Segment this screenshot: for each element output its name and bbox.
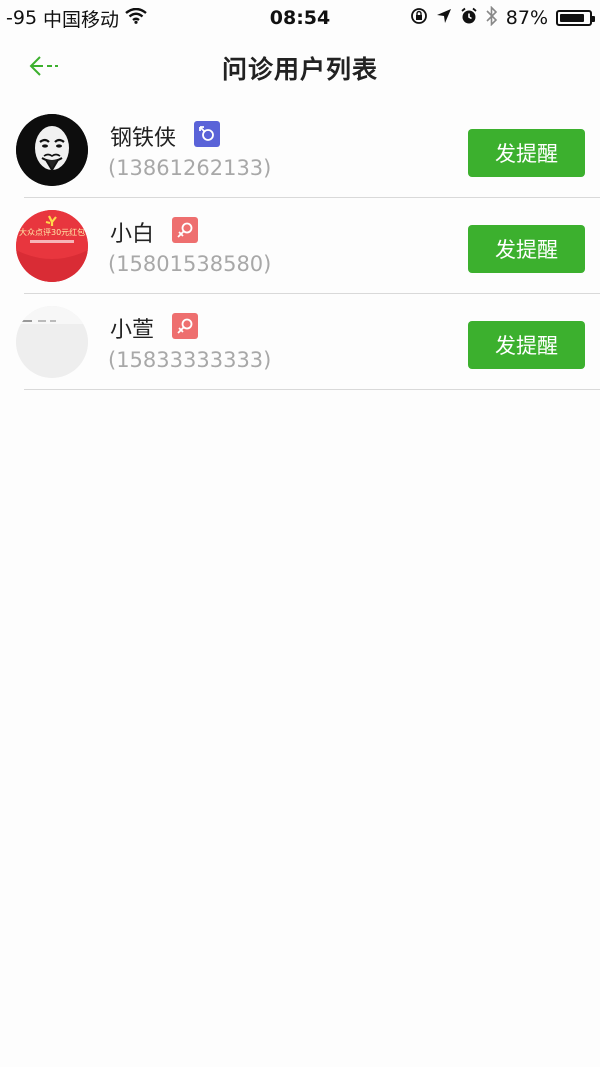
user-name: 钢铁侠 — [110, 126, 177, 151]
female-gender-icon — [172, 313, 198, 339]
user-list: 钢铁侠 (13861262133) 发提醒 大众点评30元红包 小白 (1580… — [0, 102, 600, 390]
send-reminder-button[interactable]: 发提醒 — [468, 129, 585, 177]
screenshot-avatar-image — [16, 306, 88, 378]
send-reminder-button[interactable]: 发提醒 — [468, 225, 585, 273]
carrier-name: 中国移动 — [43, 8, 120, 31]
status-bar: -95 中国移动 08:54 87% — [0, 0, 600, 36]
status-right: 87% — [410, 5, 600, 31]
bluetooth-icon — [486, 5, 498, 31]
battery-tip — [592, 16, 595, 22]
status-left: -95 中国移动 — [0, 5, 147, 32]
signal-strength: -95 — [6, 7, 38, 29]
user-phone: (13861262133) — [108, 156, 272, 180]
alarm-icon — [460, 7, 478, 30]
avatar-caption: 大众点评30元红包 — [19, 228, 85, 237]
user-name: 小萱 — [110, 318, 155, 343]
male-gender-icon — [194, 121, 220, 147]
user-name: 小白 — [110, 222, 155, 247]
battery-icon — [556, 10, 595, 26]
user-phone: (15833333333) — [108, 348, 272, 372]
page-title: 问诊用户列表 — [221, 55, 378, 84]
user-row[interactable]: 小萱 (15833333333) 发提醒 — [16, 294, 600, 390]
back-arrow-icon — [28, 54, 60, 82]
battery-fill — [560, 14, 584, 22]
female-gender-icon — [172, 217, 198, 243]
rotation-lock-icon — [410, 7, 428, 30]
nav-bar: 问诊用户列表 — [0, 36, 600, 100]
battery-percent: 87% — [505, 7, 548, 29]
user-row[interactable]: 钢铁侠 (13861262133) 发提醒 — [16, 102, 600, 198]
mask-avatar-image — [16, 114, 88, 186]
avatar: 大众点评30元红包 — [16, 210, 88, 282]
wifi-icon — [125, 7, 147, 29]
user-row[interactable]: 大众点评30元红包 小白 (15801538580) 发提醒 — [16, 198, 600, 294]
avatar — [16, 114, 88, 186]
avatar — [16, 306, 88, 378]
location-icon — [436, 7, 452, 29]
red-packet-avatar-image — [16, 210, 88, 282]
user-phone: (15801538580) — [108, 252, 272, 276]
back-button[interactable] — [22, 50, 66, 86]
send-reminder-button[interactable]: 发提醒 — [468, 321, 585, 369]
